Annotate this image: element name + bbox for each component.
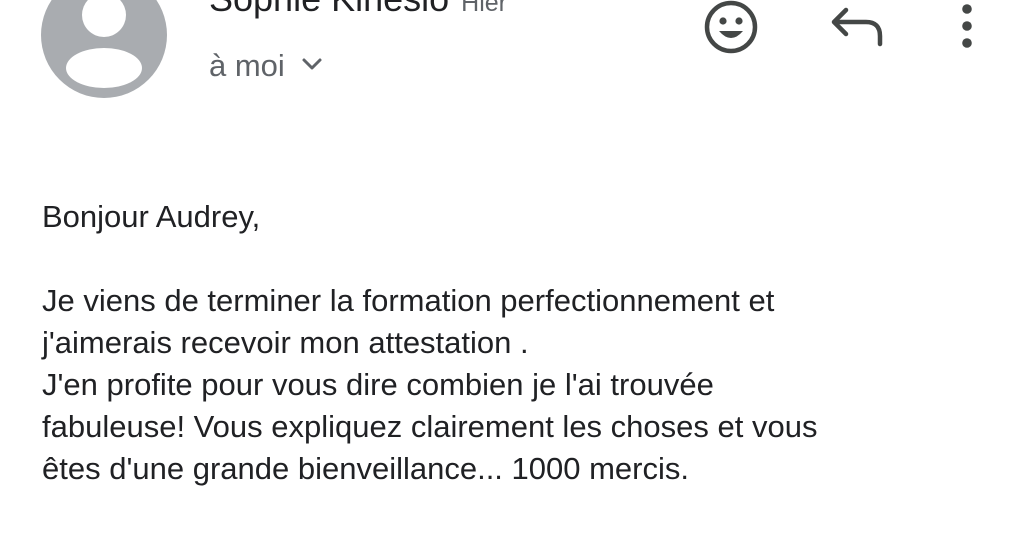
message-line: J'en profite pour vous dire combien je l… bbox=[42, 367, 714, 402]
person-avatar-icon bbox=[66, 0, 142, 88]
message-line: fabuleuse! Vous expliquez clairement les… bbox=[42, 409, 818, 444]
reply-arrow-icon bbox=[831, 7, 883, 47]
more-options-button[interactable] bbox=[948, 0, 986, 56]
sender-line: Sophie Kinésio Hier bbox=[209, 0, 507, 20]
message-greeting: Bonjour Audrey, bbox=[42, 199, 261, 234]
sender-avatar[interactable] bbox=[41, 0, 167, 98]
recipient-label: à moi bbox=[209, 48, 285, 83]
reply-button[interactable] bbox=[828, 0, 888, 54]
recipient-details-toggle[interactable]: à moi bbox=[209, 48, 323, 84]
message-line: êtes d'une grande bienveillance... 1000 … bbox=[42, 451, 689, 486]
smiley-face-icon bbox=[704, 0, 758, 54]
message-line: j'aimerais recevoir mon attestation . bbox=[42, 325, 529, 360]
sender-name[interactable]: Sophie Kinésio bbox=[209, 0, 449, 19]
add-reaction-button[interactable] bbox=[702, 0, 760, 58]
more-vertical-icon bbox=[962, 4, 972, 48]
message-date: Hier bbox=[461, 0, 508, 17]
chevron-down-icon bbox=[301, 57, 323, 76]
message-body: Bonjour Audrey, Je viens de terminer la … bbox=[42, 196, 1002, 490]
message-line: Je viens de terminer la formation perfec… bbox=[42, 283, 775, 318]
email-view: Sophie KinésioHier à moi Bonjou bbox=[0, 0, 1024, 534]
